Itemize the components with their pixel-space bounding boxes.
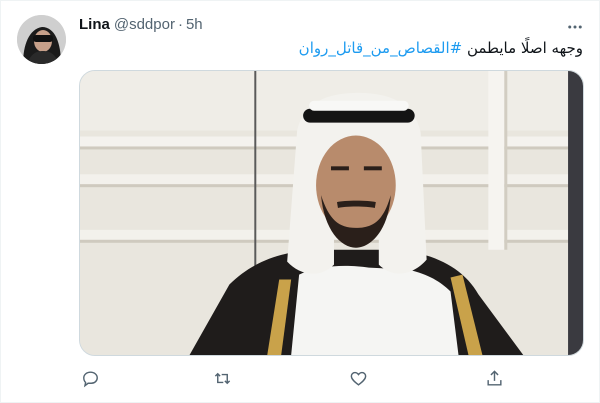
display-name[interactable]: Lina	[79, 16, 110, 33]
retweet-icon	[214, 372, 230, 384]
avatar-image	[17, 15, 66, 64]
tweet-photo	[80, 71, 583, 355]
tweet-card[interactable]: Lina @sddpor · 5h وجهه اصلًا مايطمن #القصاص…	[0, 0, 600, 403]
avatar[interactable]	[17, 15, 66, 64]
separator-dot: ·	[177, 16, 183, 33]
tweet-text-plain: وجهه اصلًا مايطمن	[462, 39, 583, 57]
more-horizontal-icon	[568, 25, 582, 29]
tweet-header: Lina @sddpor · 5h	[79, 16, 203, 33]
tweet-media[interactable]	[79, 70, 584, 356]
share-icon	[486, 369, 502, 386]
tweet-actions	[79, 367, 519, 389]
reply-button[interactable]	[79, 367, 101, 389]
retweet-button[interactable]	[211, 367, 233, 389]
user-handle[interactable]: @sddpor	[114, 16, 175, 33]
tweet-time[interactable]: 5h	[186, 16, 203, 33]
more-options-button[interactable]	[563, 15, 587, 39]
hashtag-link[interactable]: #القصاص_من_قاتل_روان	[299, 39, 463, 57]
share-button[interactable]	[483, 367, 505, 389]
heart-icon	[350, 371, 366, 386]
reply-icon	[82, 370, 98, 387]
like-button[interactable]	[347, 367, 369, 389]
tweet-text: وجهه اصلًا مايطمن #القصاص_من_قاتل_روان	[299, 39, 583, 57]
